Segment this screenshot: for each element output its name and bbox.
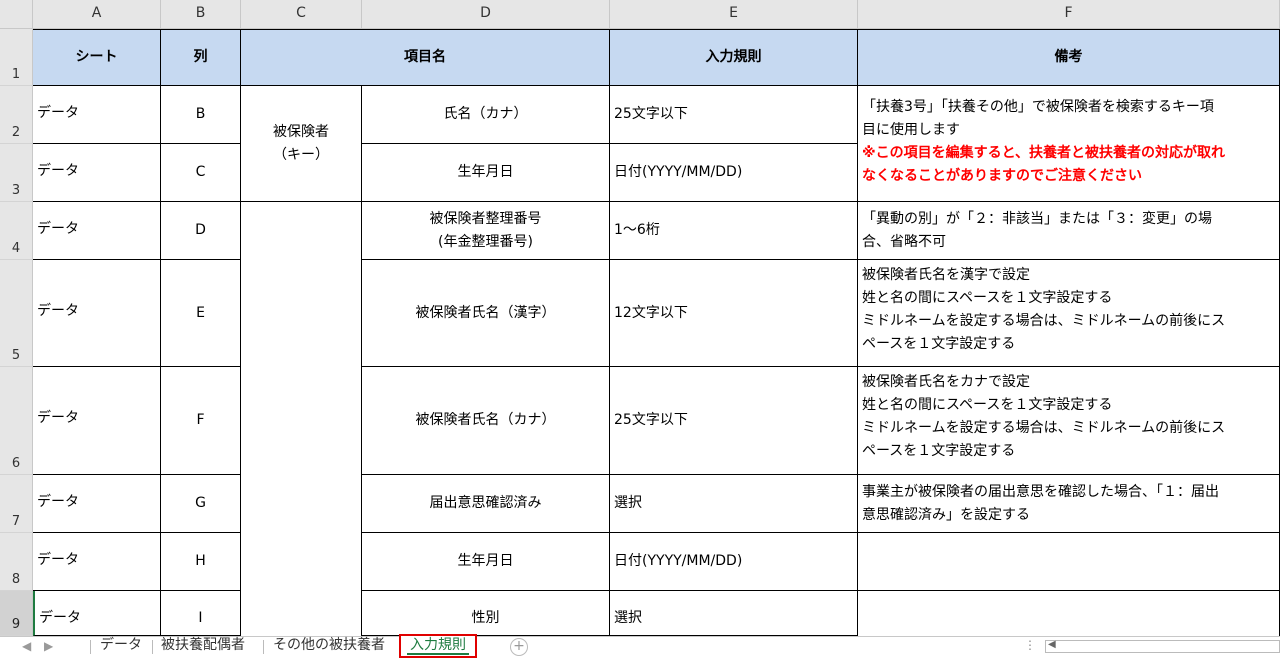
cell-d4[interactable]: 被保険者整理番号 (年金整理番号) xyxy=(362,202,610,260)
note-r2-warning-line2: なくなることがありますのでご注意ください xyxy=(862,168,1142,184)
note-r7-line1: 事業主が被保険者の届出意思を確認した場合、「１：届出 xyxy=(862,484,1219,500)
row-header-5[interactable]: 5 xyxy=(0,260,33,367)
cell-b7[interactable]: G xyxy=(161,475,241,533)
cell-d3[interactable]: 生年月日 xyxy=(362,144,610,202)
column-header-b[interactable]: B xyxy=(161,0,241,29)
cell-d5[interactable]: 被保険者氏名（漢字） xyxy=(362,260,610,367)
cell-e2[interactable]: 25文字以下 xyxy=(610,86,858,144)
cell-d9[interactable]: 性別 xyxy=(362,591,610,636)
note-r2-warning-line1: ※この項目を編集すると、扶養者と被扶養者の対応が取れ xyxy=(862,145,1226,161)
tab-separator xyxy=(90,640,91,654)
next-sheet-icon[interactable]: ▶ xyxy=(44,639,53,653)
cell-a7[interactable]: データ xyxy=(33,475,161,533)
note-r5-line3: ミドルネームを設定する場合は、ミドルネームの前後にス xyxy=(862,313,1226,329)
row-header-7[interactable]: 7 xyxy=(0,475,33,533)
row-header-2[interactable]: 2 xyxy=(0,86,33,144)
note-r6-line3: ミドルネームを設定する場合は、ミドルネームの前後にス xyxy=(862,420,1226,436)
tab-data[interactable]: データ xyxy=(94,636,148,656)
cell-b9[interactable]: I xyxy=(161,591,241,636)
note-r5-line1: 被保険者氏名を漢字で設定 xyxy=(862,267,1030,283)
cell-f9[interactable] xyxy=(858,591,1280,636)
note-r5-line2: 姓と名の間にスペースを１文字設定する xyxy=(862,290,1113,306)
cell-f5[interactable]: 被保険者氏名を漢字で設定 姓と名の間にスペースを１文字設定する ミドルネームを設… xyxy=(858,260,1280,367)
cell-d4-line1: 被保険者整理番号 xyxy=(429,210,542,227)
cell-b5[interactable]: E xyxy=(161,260,241,367)
cell-e4[interactable]: 1～6桁 xyxy=(610,202,858,260)
cell-b8[interactable]: H xyxy=(161,533,241,591)
prev-sheet-icon[interactable]: ◀ xyxy=(22,639,31,653)
cell-e8[interactable]: 日付(YYYY/MM/DD) xyxy=(610,533,858,591)
horizontal-scrollbar[interactable]: ◀ xyxy=(1045,639,1280,653)
cell-f6[interactable]: 被保険者氏名をカナで設定 姓と名の間にスペースを１文字設定する ミドルネームを設… xyxy=(858,367,1280,475)
add-sheet-icon[interactable]: + xyxy=(510,638,528,656)
header-input-rule[interactable]: 入力規則 xyxy=(610,29,858,86)
note-r6-line1: 被保険者氏名をカナで設定 xyxy=(862,374,1030,390)
header-sheet[interactable]: シート xyxy=(33,29,161,86)
column-header-c[interactable]: C xyxy=(241,0,362,29)
header-notes[interactable]: 備考 xyxy=(858,29,1280,86)
note-r2-line2: 目に使用します xyxy=(862,122,960,138)
note-r6-line4: ペースを１文字設定する xyxy=(862,443,1016,459)
cell-d8[interactable]: 生年月日 xyxy=(362,533,610,591)
row-header-3[interactable]: 3 xyxy=(0,144,33,202)
tab-other-dependents[interactable]: その他の被扶養者 xyxy=(267,636,391,656)
note-r5-line4: ペースを１文字設定する xyxy=(862,336,1016,352)
tab-separator xyxy=(152,640,153,654)
cell-a5[interactable]: データ xyxy=(33,260,161,367)
note-r2-line1: 「扶養3号」「扶養その他」で被保険者を検索するキー項 xyxy=(862,99,1214,115)
cell-a6[interactable]: データ xyxy=(33,367,161,475)
key-group-line1: 被保険者 xyxy=(273,123,329,140)
cell-d2[interactable]: 氏名（カナ） xyxy=(362,86,610,144)
note-r4-line1: 「異動の別」が「２：非該当」または「３：変更」の場 xyxy=(862,211,1212,227)
cell-b4[interactable]: D xyxy=(161,202,241,260)
cell-c2-key-group[interactable]: 被保険者 （キー） xyxy=(241,86,362,202)
column-header-d[interactable]: D xyxy=(362,0,610,29)
tab-input-rules[interactable]: 入力規則 xyxy=(399,634,477,658)
cell-e7[interactable]: 選択 xyxy=(610,475,858,533)
cell-d4-line2: (年金整理番号) xyxy=(438,233,533,250)
note-r6-line2: 姓と名の間にスペースを１文字設定する xyxy=(862,397,1113,413)
cell-a8[interactable]: データ xyxy=(33,533,161,591)
row-header-4[interactable]: 4 xyxy=(0,202,33,260)
row-header-9[interactable]: 9 xyxy=(0,591,33,636)
cell-a2[interactable]: データ xyxy=(33,86,161,144)
select-all-corner[interactable] xyxy=(0,0,33,29)
cell-b2[interactable]: B xyxy=(161,86,241,144)
cell-a4[interactable]: データ xyxy=(33,202,161,260)
column-header-f[interactable]: F xyxy=(858,0,1280,29)
cell-e5[interactable]: 12文字以下 xyxy=(610,260,858,367)
cell-a3[interactable]: データ xyxy=(33,144,161,202)
row-header-8[interactable]: 8 xyxy=(0,533,33,591)
sheet-tab-bar: ◀ ▶ データ 被扶養配偶者 その他の被扶養者 入力規則 + ⋮ ◀ xyxy=(0,634,1280,658)
cell-b6[interactable]: F xyxy=(161,367,241,475)
cell-e3[interactable]: 日付(YYYY/MM/DD) xyxy=(610,144,858,202)
cell-b3[interactable]: C xyxy=(161,144,241,202)
cell-a9[interactable]: データ xyxy=(33,591,161,636)
tab-input-rules-label: 入力規則 xyxy=(407,637,469,655)
cell-d7[interactable]: 届出意思確認済み xyxy=(362,475,610,533)
row-header-1[interactable]: 1 xyxy=(0,29,33,86)
scroll-left-icon[interactable]: ◀ xyxy=(1048,639,1056,650)
header-column[interactable]: 列 xyxy=(161,29,241,86)
tab-dependent-spouse[interactable]: 被扶養配偶者 xyxy=(155,636,251,656)
row-header-6[interactable]: 6 xyxy=(0,367,33,475)
cell-e9[interactable]: 選択 xyxy=(610,591,858,636)
cell-e6[interactable]: 25文字以下 xyxy=(610,367,858,475)
more-options-icon[interactable]: ⋮ xyxy=(1024,638,1036,652)
cell-d6[interactable]: 被保険者氏名（カナ） xyxy=(362,367,610,475)
tab-separator xyxy=(263,640,264,654)
cell-f4[interactable]: 「異動の別」が「２：非該当」または「３：変更」の場 合、省略不可 xyxy=(858,202,1280,260)
cell-f2-merged-note[interactable]: 「扶養3号」「扶養その他」で被保険者を検索するキー項 目に使用します ※この項目… xyxy=(858,86,1280,202)
header-item-name[interactable]: 項目名 xyxy=(241,29,610,86)
cell-f7[interactable]: 事業主が被保険者の届出意思を確認した場合、「１：届出 意思確認済み」を設定する xyxy=(858,475,1280,533)
cell-f8[interactable] xyxy=(858,533,1280,591)
column-header-e[interactable]: E xyxy=(610,0,858,29)
note-r7-line2: 意思確認済み」を設定する xyxy=(862,507,1030,523)
note-r4-line2: 合、省略不可 xyxy=(862,234,946,250)
key-group-line2: （キー） xyxy=(273,146,329,163)
cell-c4-merged[interactable] xyxy=(241,202,362,636)
column-header-a[interactable]: A xyxy=(33,0,161,29)
